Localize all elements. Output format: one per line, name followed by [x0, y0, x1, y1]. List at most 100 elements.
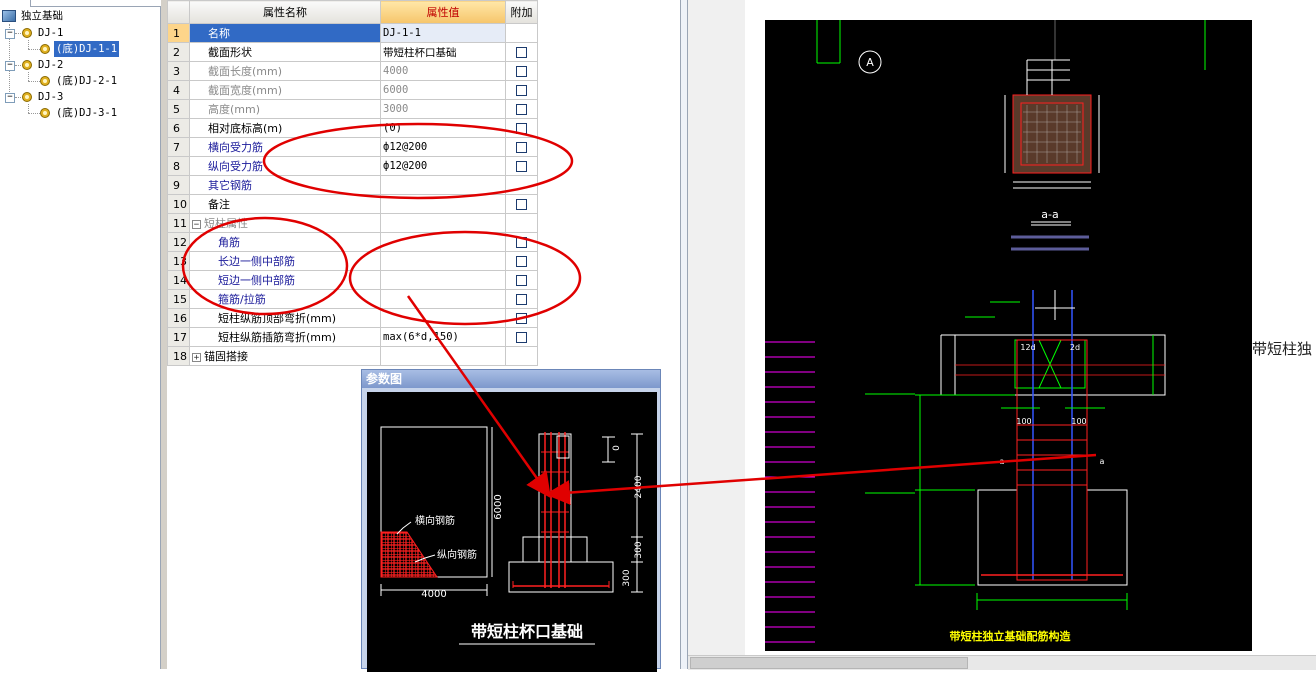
property-name[interactable]: 角筋 — [189, 232, 381, 252]
property-name[interactable]: 短柱纵筋插筋弯折(mm) — [189, 327, 381, 347]
property-value[interactable] — [380, 346, 506, 366]
extra-checkbox[interactable] — [516, 275, 527, 286]
collapse-icon[interactable]: − — [5, 29, 15, 39]
property-name[interactable]: 截面长度(mm) — [189, 61, 381, 81]
property-row[interactable]: 2 截面形状 带短柱杯口基础 — [167, 42, 538, 62]
extra-checkbox[interactable] — [516, 237, 527, 248]
property-row[interactable]: 7 横向受力筋 ф12@200 — [167, 137, 538, 157]
tree-item-dj2[interactable]: DJ-2 — [22, 57, 65, 73]
property-name[interactable]: 横向受力筋 — [189, 137, 381, 157]
property-value[interactable]: DJ-1-1 — [380, 23, 506, 43]
extra-checkbox[interactable] — [516, 313, 527, 324]
tree-root[interactable]: 独立基础 — [2, 8, 65, 24]
property-name[interactable]: 纵向受力筋 — [189, 156, 381, 176]
property-value[interactable]: (0) — [380, 118, 506, 138]
property-name[interactable]: 高度(mm) — [189, 99, 381, 119]
plan-rebar-hatch — [380, 531, 438, 578]
property-value[interactable]: max(6*d,150) — [380, 327, 506, 347]
property-row[interactable]: 16 短柱纵筋顶部弯折(mm) — [167, 308, 538, 328]
expand-icon[interactable]: + — [192, 352, 201, 362]
property-value[interactable]: 6000 — [380, 80, 506, 100]
property-value[interactable] — [380, 175, 506, 195]
property-name-label: 纵向受力筋 — [208, 160, 263, 173]
extra-checkbox[interactable] — [516, 66, 527, 77]
property-value-header[interactable]: 属性值 — [380, 0, 506, 24]
property-name[interactable]: 短柱纵筋顶部弯折(mm) — [189, 308, 381, 328]
extra-checkbox[interactable] — [516, 123, 527, 134]
collapse-icon[interactable]: − — [192, 219, 201, 229]
property-name[interactable]: 截面形状 — [189, 42, 381, 62]
side-text: 带短柱独 — [1252, 340, 1313, 358]
property-value[interactable] — [380, 194, 506, 214]
property-value[interactable] — [380, 232, 506, 252]
property-value[interactable] — [380, 213, 506, 233]
extra-checkbox[interactable] — [516, 294, 527, 305]
property-value[interactable]: ф12@200 — [380, 137, 506, 157]
property-row[interactable]: 13 长边一侧中部筋 — [167, 251, 538, 271]
property-row[interactable]: 3 截面长度(mm) 4000 — [167, 61, 538, 81]
property-name[interactable]: + 锚固搭接 — [189, 346, 381, 366]
property-name[interactable]: 截面宽度(mm) — [189, 80, 381, 100]
property-grid: 属性名称 属性值 附加 1 名称 DJ-1-1 2 截面形状 带短柱杯口基础 3 截面长度(m… — [167, 0, 538, 366]
property-value[interactable] — [380, 270, 506, 290]
property-row[interactable]: 18 + 锚固搭接 — [167, 346, 538, 366]
extra-cell — [505, 308, 538, 328]
property-name-label: 名称 — [208, 27, 230, 40]
property-row[interactable]: 5 高度(mm) 3000 — [167, 99, 538, 119]
property-name[interactable]: 箍筋/拉筋 — [189, 289, 381, 309]
tree-child-dj1-1[interactable]: (底)DJ-1-1 — [40, 41, 120, 57]
property-row[interactable]: 17 短柱纵筋插筋弯折(mm) max(6*d,150) — [167, 327, 538, 347]
extra-header[interactable]: 附加 — [505, 0, 538, 24]
property-value[interactable]: 带短柱杯口基础 — [380, 42, 506, 62]
property-name[interactable]: 名称 — [189, 23, 381, 43]
extra-checkbox[interactable] — [516, 85, 527, 96]
property-row[interactable]: 9 其它钢筋 — [167, 175, 538, 195]
scrollbar-thumb[interactable] — [690, 657, 968, 669]
property-name-label: 短柱纵筋顶部弯折(mm) — [218, 312, 337, 325]
extra-checkbox[interactable] — [516, 256, 527, 267]
extra-checkbox[interactable] — [516, 161, 527, 172]
property-name[interactable]: 其它钢筋 — [189, 175, 381, 195]
magenta-lines — [765, 341, 815, 643]
row-number: 1 — [167, 23, 190, 43]
property-value[interactable]: 3000 — [380, 99, 506, 119]
extra-checkbox[interactable] — [516, 104, 527, 115]
document-splitter[interactable] — [680, 0, 688, 669]
property-value[interactable]: 4000 — [380, 61, 506, 81]
extra-checkbox[interactable] — [516, 142, 527, 153]
property-row[interactable]: 1 名称 DJ-1-1 — [167, 23, 538, 43]
property-name[interactable]: − 短柱属性 — [189, 213, 381, 233]
collapse-icon[interactable]: − — [5, 61, 15, 71]
property-value[interactable] — [380, 251, 506, 271]
property-value[interactable] — [380, 289, 506, 309]
extra-checkbox[interactable] — [516, 199, 527, 210]
tree-child-dj2-1[interactable]: (底)DJ-2-1 — [40, 73, 119, 89]
property-row[interactable]: 4 截面宽度(mm) 6000 — [167, 80, 538, 100]
collapse-icon[interactable]: − — [5, 93, 15, 103]
tree-item-dj1[interactable]: DJ-1 — [22, 25, 65, 41]
extra-cell — [505, 156, 538, 176]
extra-checkbox[interactable] — [516, 332, 527, 343]
property-row[interactable]: 6 相对底标高(m) (0) — [167, 118, 538, 138]
tree-item-dj3[interactable]: DJ-3 — [22, 89, 65, 105]
parameter-window-title[interactable]: 参数图 — [362, 370, 660, 388]
property-value[interactable] — [380, 308, 506, 328]
property-name[interactable]: 短边一侧中部筋 — [189, 270, 381, 290]
property-name-label: 高度(mm) — [208, 103, 261, 116]
property-row[interactable]: 15 箍筋/拉筋 — [167, 289, 538, 309]
tree-child-dj3-1[interactable]: (底)DJ-3-1 — [40, 105, 119, 121]
property-name-header[interactable]: 属性名称 — [189, 0, 381, 24]
extra-checkbox[interactable] — [516, 47, 527, 58]
dim-100b: 100 — [1071, 417, 1086, 426]
property-name[interactable]: 长边一侧中部筋 — [189, 251, 381, 271]
property-row[interactable]: 11− 短柱属性 — [167, 213, 538, 233]
property-value[interactable]: ф12@200 — [380, 156, 506, 176]
extra-cell — [505, 346, 538, 366]
parameter-diagram-window[interactable]: 参数图 4000 6000 横向钢筋 纵向钢筋 0 2400 300 300 带… — [361, 369, 661, 672]
property-row[interactable]: 8 纵向受力筋 ф12@200 — [167, 156, 538, 176]
property-row[interactable]: 12 角筋 — [167, 232, 538, 252]
property-row[interactable]: 14 短边一侧中部筋 — [167, 270, 538, 290]
property-name[interactable]: 相对底标高(m) — [189, 118, 381, 138]
property-row[interactable]: 10 备注 — [167, 194, 538, 214]
property-name[interactable]: 备注 — [189, 194, 381, 214]
